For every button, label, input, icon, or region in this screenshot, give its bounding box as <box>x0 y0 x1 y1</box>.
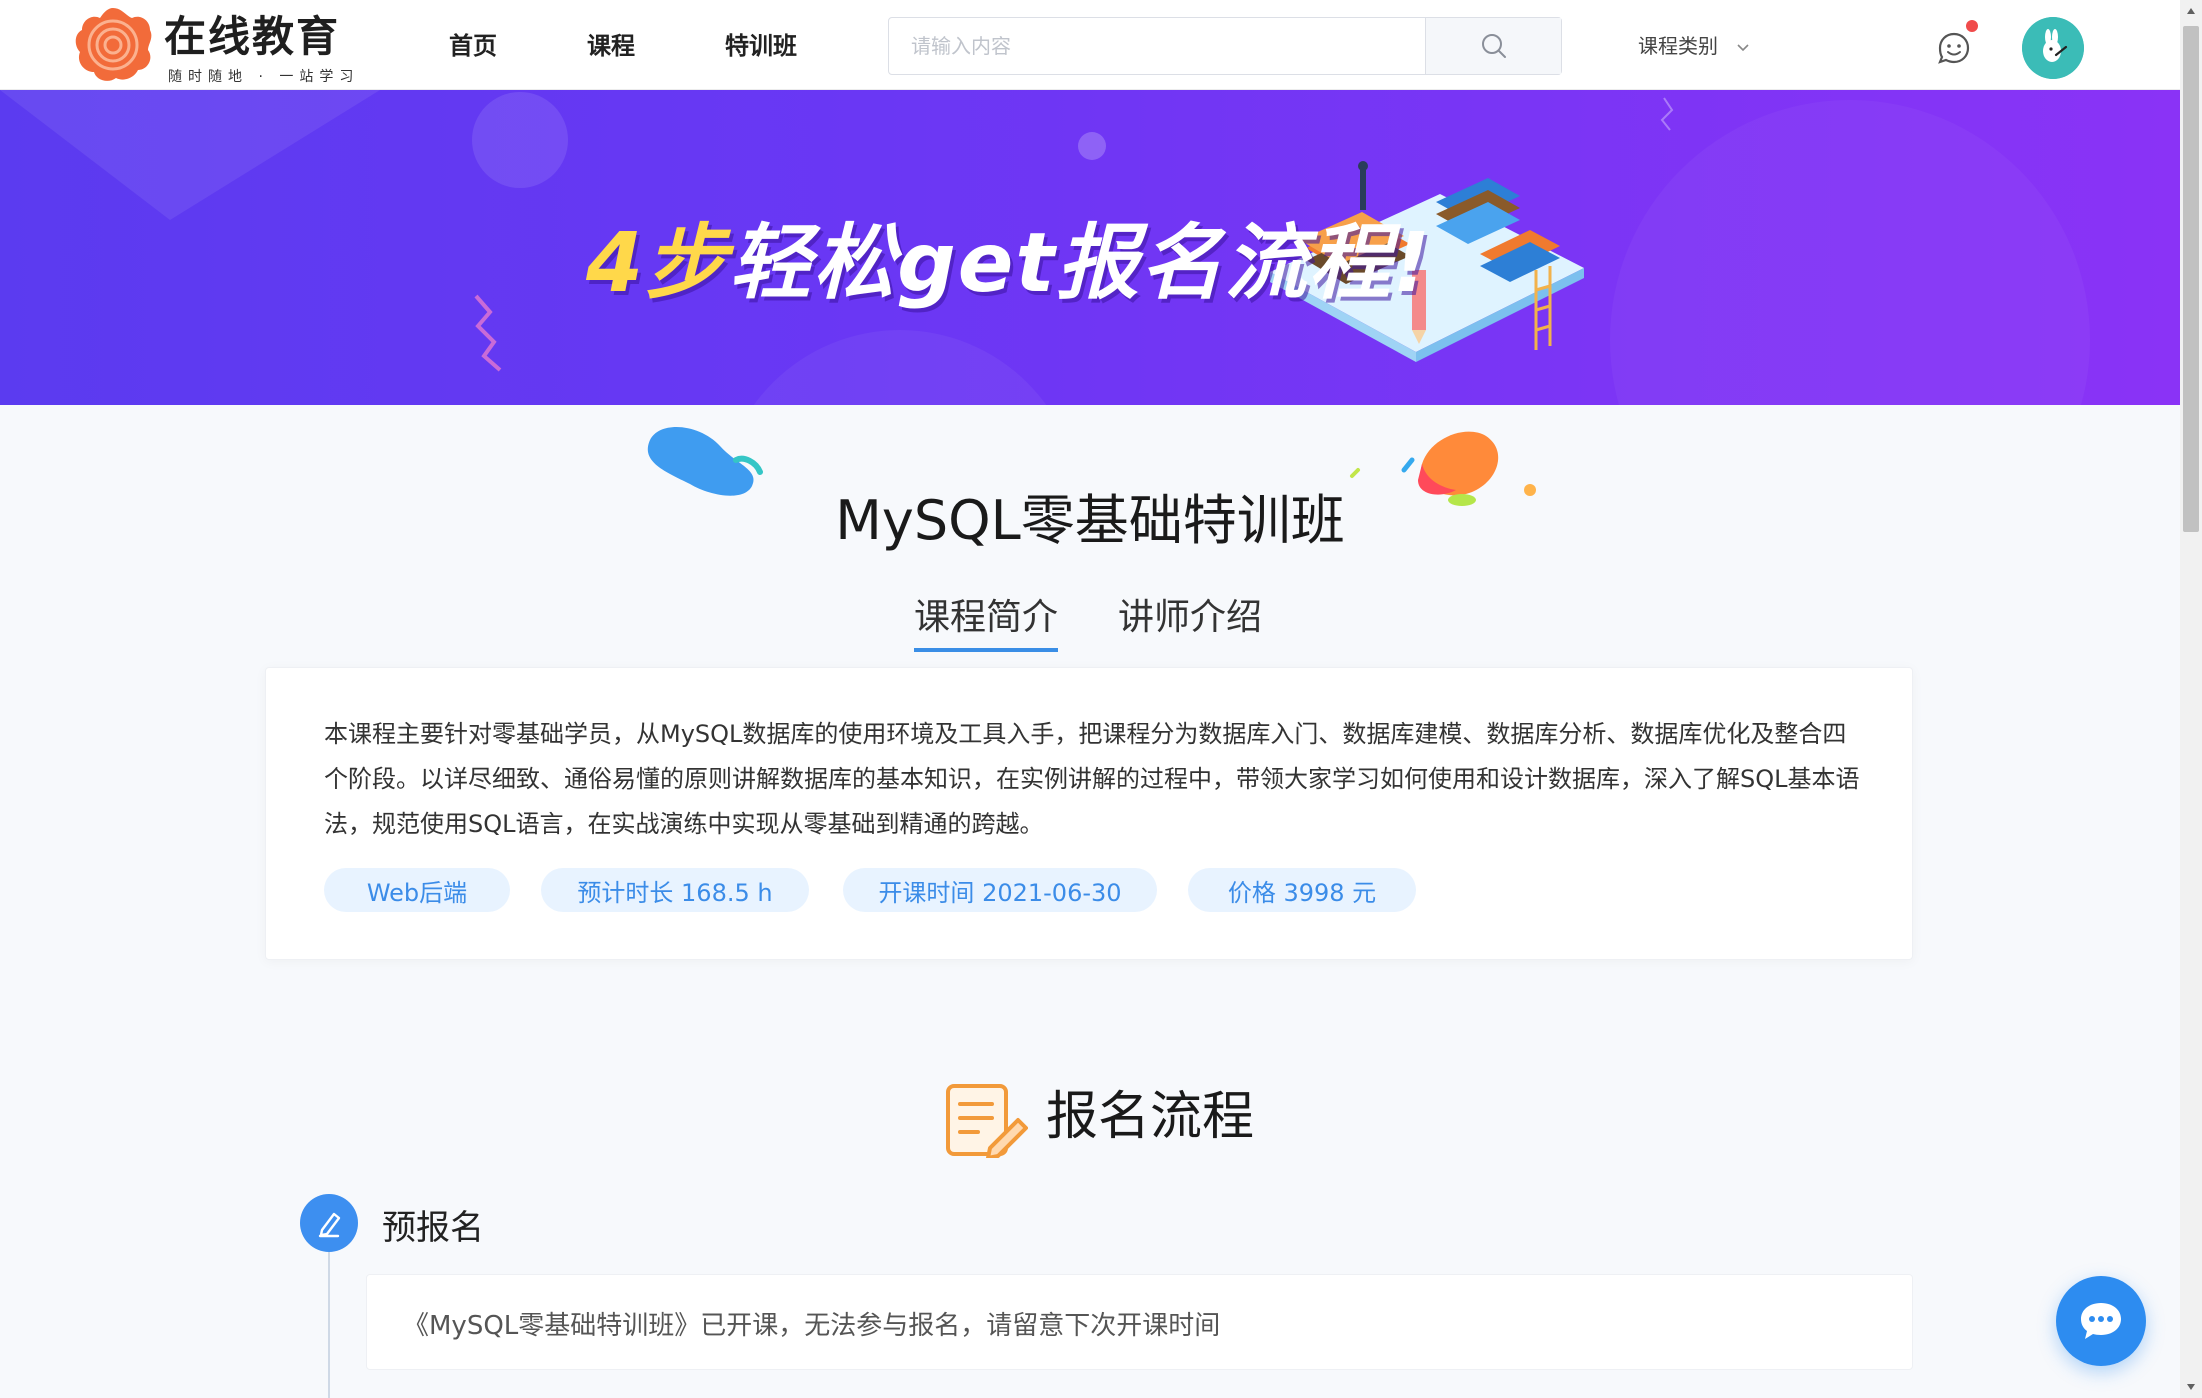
scroll-thumb[interactable] <box>2183 26 2199 532</box>
scroll-up-arrow[interactable] <box>2180 0 2202 22</box>
smile-message-icon[interactable] <box>1936 30 1972 66</box>
tag-price: 价格 3998 元 <box>1188 868 1416 912</box>
course-title: MySQL零基础特训班 <box>835 489 1345 552</box>
logo[interactable]: 在线教育 随时随地 · 一站学习 <box>70 4 360 86</box>
tag-start-date: 开课时间 2021-06-30 <box>843 868 1157 912</box>
avatar[interactable] <box>2022 17 2084 79</box>
nav-courses[interactable]: 课程 <box>587 26 635 61</box>
category-label: 课程类别 <box>1638 34 1718 58</box>
notification-dot <box>1966 20 1978 32</box>
top-header: 在线教育 随时随地 · 一站学习 首页 课程 特训班 课程类别 <box>0 0 2180 90</box>
banner-headline-highlight: 4步 <box>586 216 730 311</box>
chat-bubble-icon <box>2081 1303 2121 1339</box>
search-input[interactable] <box>889 18 1425 74</box>
document-edit-icon <box>946 1084 1028 1158</box>
triangle-down-icon <box>2187 1384 2195 1390</box>
chevron-down-icon <box>1737 43 1749 51</box>
step-marker <box>300 1194 358 1252</box>
process-title: 报名流程 <box>1046 1087 1255 1147</box>
course-tabs: 课程简介 讲师介绍 <box>0 588 2180 652</box>
page-scrollbar[interactable] <box>2180 0 2202 1398</box>
banner-headline: 4步轻松get报名流程! <box>586 196 1432 315</box>
logo-slogan: 随时随地 · 一站学习 <box>168 69 360 85</box>
logo-title: 在线教育 <box>164 12 341 61</box>
nav-training[interactable]: 特训班 <box>725 26 797 61</box>
scroll-down-arrow[interactable] <box>2180 1376 2202 1398</box>
course-intro-card: 本课程主要针对零基础学员，从MySQL数据库的使用环境及工具入手，把课程分为数据… <box>265 667 1913 960</box>
step-description: 《MySQL零基础特训班》已开课，无法参与报名，请留意下次开课时间 <box>403 1311 1221 1341</box>
chat-button[interactable] <box>2056 1276 2146 1366</box>
pen-icon <box>318 1212 341 1238</box>
search-box <box>888 17 1562 75</box>
category-dropdown[interactable]: 课程类别 <box>1638 30 1750 59</box>
banner-headline-main: 轻松get报名流程! <box>729 216 1432 311</box>
triangle-up-icon <box>2187 8 2195 14</box>
tab-course-intro[interactable]: 课程简介 <box>914 588 1059 652</box>
banner[interactable]: 4步轻松get报名流程! <box>0 90 2180 405</box>
course-intro-text: 本课程主要针对零基础学员，从MySQL数据库的使用环境及工具入手，把课程分为数据… <box>324 720 1860 838</box>
tag-category: Web后端 <box>324 868 510 912</box>
logo-flower-icon <box>75 8 152 81</box>
tab-teacher-intro[interactable]: 讲师介绍 <box>1118 588 1262 648</box>
nav-home[interactable]: 首页 <box>449 26 497 61</box>
tag-duration: 预计时长 168.5 h <box>541 868 809 912</box>
search-button[interactable] <box>1425 18 1561 74</box>
step-title: 预报名 <box>382 1208 484 1248</box>
step-connector-line <box>328 1252 330 1398</box>
search-icon <box>1481 34 1506 58</box>
step-card: 《MySQL零基础特训班》已开课，无法参与报名，请留意下次开课时间 <box>366 1274 1913 1370</box>
avatar-image <box>2022 17 2084 79</box>
